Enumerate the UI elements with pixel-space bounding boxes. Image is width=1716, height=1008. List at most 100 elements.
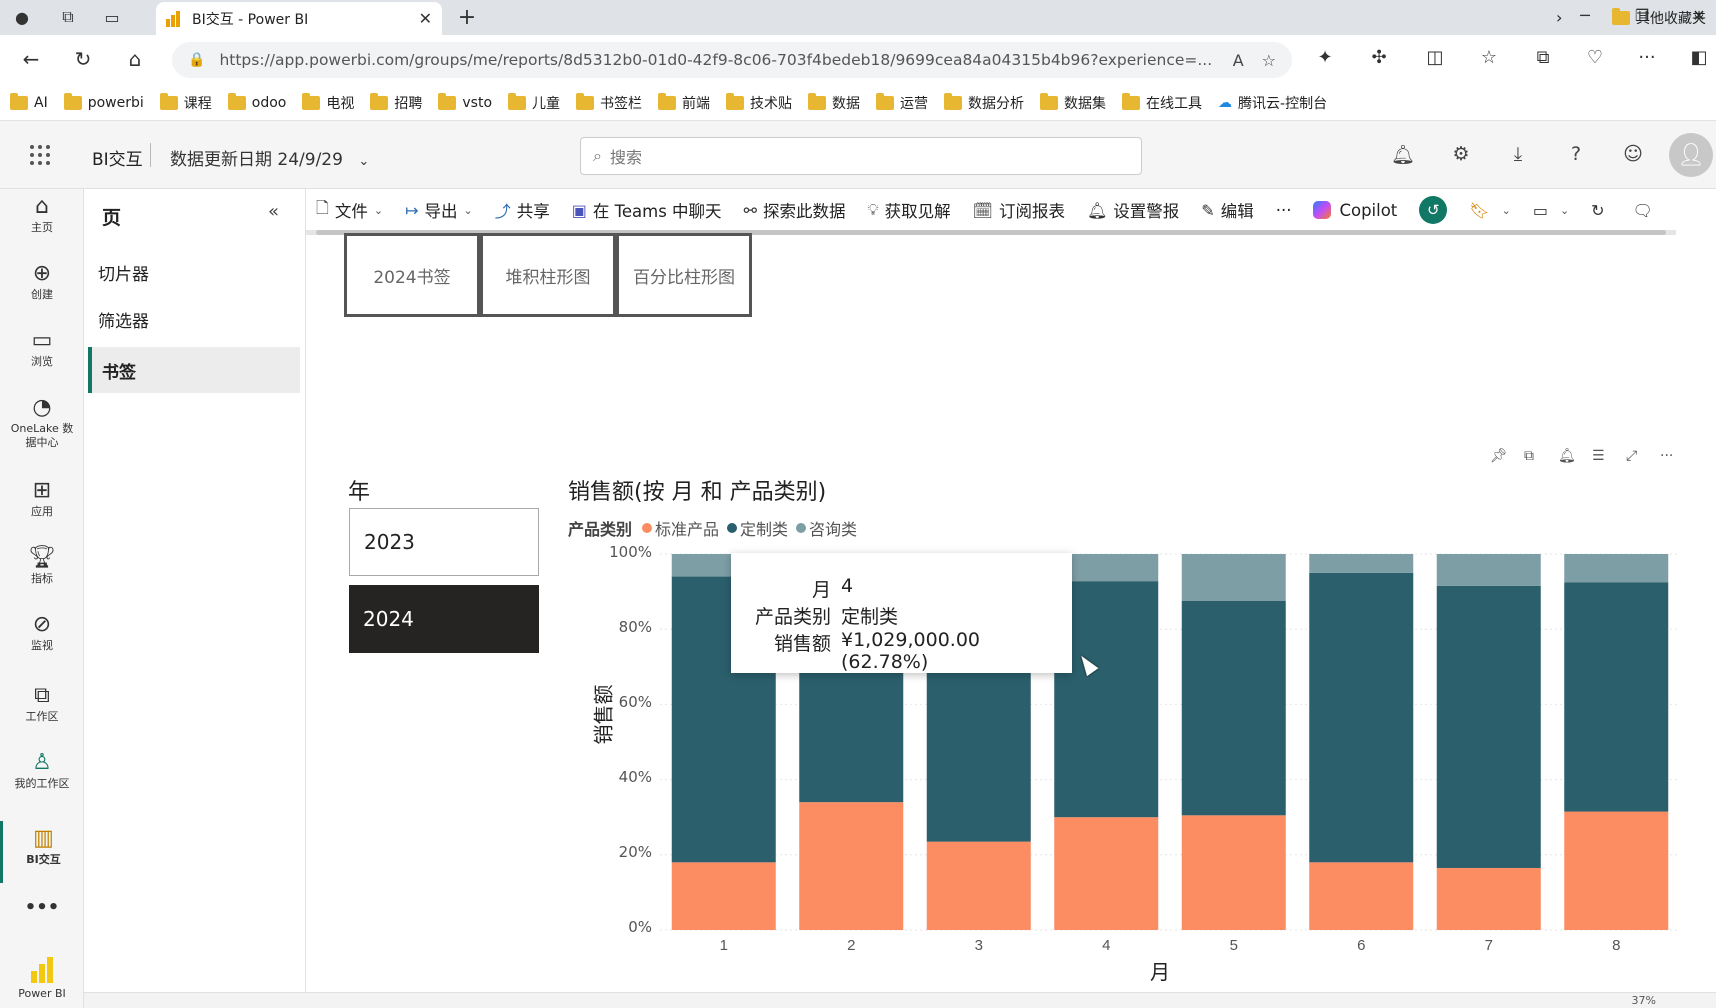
bookmark-item[interactable]: 技术贴 (726, 92, 792, 113)
slicer-item-2023[interactable]: 2023 (349, 508, 539, 576)
bookmark-button-2024[interactable]: 2024书签 (344, 233, 480, 317)
collapse-pages-icon[interactable]: « (268, 201, 279, 222)
bar-segment[interactable] (926, 841, 1031, 930)
pin-visual-icon[interactable]: 📌︎ (1490, 448, 1508, 464)
set-alert-button[interactable]: 🔔︎ 设置警报 (1087, 198, 1179, 222)
bookmark-menu-button[interactable]: 🔖︎ ⌄ (1469, 201, 1511, 220)
read-aloud-icon[interactable]: A (1233, 51, 1244, 70)
workspaces-icon[interactable]: ⧉ (56, 6, 80, 28)
profile-icon[interactable]: ● (10, 6, 34, 28)
bookmark-item[interactable]: 在线工具 (1122, 92, 1202, 113)
minimize-icon[interactable]: ─ (1570, 6, 1600, 25)
legend-item[interactable]: 咨询类 (796, 516, 857, 540)
reset-button[interactable]: ↺ (1419, 196, 1448, 224)
avatar[interactable]: 👤︎ (1669, 133, 1713, 177)
settings-gear-icon[interactable]: ⚙ (1446, 143, 1476, 165)
nav-my-workspace[interactable]: ♙ 我的工作区 (0, 749, 84, 791)
home-icon[interactable]: ⌂ (120, 47, 150, 73)
bar-segment[interactable] (1054, 817, 1159, 930)
nav-bi-report[interactable]: ▥ BI交互 (0, 821, 84, 883)
bookmark-item[interactable]: 前端 (658, 92, 710, 113)
refresh-visuals-button[interactable]: ↻ (1591, 201, 1610, 220)
sidebar-toggle-icon[interactable]: ◧ (1684, 47, 1714, 68)
bookmark-item[interactable]: 招聘 (370, 92, 422, 113)
page-item-slicer[interactable]: 切片器 (84, 249, 300, 295)
download-icon[interactable]: ⤓ (1503, 143, 1533, 165)
refresh-icon[interactable]: ↻ (68, 47, 98, 73)
nav-metrics[interactable]: 🏆︎ 指标 (0, 544, 84, 586)
page-item-bookmark[interactable]: 书签 (88, 347, 300, 393)
nav-home[interactable]: ⌂ 主页 (0, 193, 84, 235)
bar-segment[interactable] (1564, 554, 1669, 583)
notifications-icon[interactable]: 🔔︎ (1388, 143, 1418, 166)
bar-segment[interactable] (1309, 554, 1414, 573)
bookmarks-overflow-icon[interactable]: › (1556, 8, 1562, 27)
nav-onelake[interactable]: ◔ OneLake 数据中心 (0, 394, 84, 450)
nav-powerbi-brand[interactable]: Power BI (0, 957, 84, 1001)
split-screen-icon[interactable]: ◫ (1420, 47, 1450, 68)
bookmark-item[interactable]: 课程 (159, 92, 212, 113)
favorites-icon[interactable]: ☆ (1474, 47, 1504, 68)
bookmark-item[interactable]: 电视 (302, 92, 354, 113)
export-button[interactable]: ↦ 导出 ⌄ (405, 198, 473, 222)
more-menu-icon[interactable]: ··· (1632, 47, 1662, 68)
visual-more-icon[interactable]: ··· (1660, 448, 1673, 464)
browser-tab-active[interactable]: BI交互 - Power BI ✕ (156, 2, 442, 35)
slicer-item-2024[interactable]: 2024 (349, 585, 539, 653)
comments-button[interactable]: 🗨︎ (1633, 201, 1659, 220)
page-item-filter[interactable]: 筛选器 (84, 296, 300, 342)
share-button[interactable]: ⤴ 共享 (495, 198, 550, 222)
bookmark-item[interactable]: odoo (227, 92, 286, 111)
bar-segment[interactable] (1564, 582, 1669, 812)
bookmark-item[interactable]: 儿童 (508, 92, 560, 113)
legend-item[interactable]: 标准产品 (642, 516, 719, 540)
new-tab-icon[interactable]: + (455, 5, 479, 30)
bar-segment[interactable] (671, 862, 776, 930)
bar-segment[interactable] (1564, 811, 1669, 930)
report-info-dropdown[interactable]: 数据更新日期 24/9/29 ⌄ (170, 145, 369, 170)
app-name[interactable]: BI交互 (92, 145, 143, 170)
nav-apps[interactable]: ⊞ 应用 (0, 477, 84, 519)
close-tab-icon[interactable]: ✕ (419, 9, 432, 28)
bookmark-button-stacked[interactable]: 堆积柱形图 (480, 233, 616, 317)
nav-create[interactable]: ⊕ 创建 (0, 260, 84, 302)
get-insights-button[interactable]: 💡︎ 获取见解 (867, 198, 950, 222)
bookmark-item[interactable]: 数据集 (1040, 92, 1106, 113)
lock-icon[interactable]: 🔒 (188, 52, 205, 68)
subscribe-button[interactable]: 🗓︎ 订阅报表 (973, 198, 1065, 222)
bar-segment[interactable] (1309, 572, 1414, 863)
copy-visual-icon[interactable]: ⧉ (1524, 448, 1534, 464)
nav-workspaces[interactable]: ⧉ 工作区 (0, 682, 84, 724)
nav-browse[interactable]: ▭ 浏览 (0, 327, 84, 369)
more-options-button[interactable]: ··· (1276, 201, 1292, 220)
copilot-button[interactable]: Copilot (1313, 201, 1397, 220)
view-menu-button[interactable]: ▭ ⌄ (1533, 201, 1569, 220)
teams-chat-button[interactable]: ▣ 在 Teams 中聊天 (572, 198, 722, 222)
bar-segment[interactable] (799, 802, 904, 930)
bar-segment[interactable] (1181, 554, 1286, 601)
bar-segment[interactable] (1436, 554, 1541, 586)
nav-monitor[interactable]: ⊘ 监视 (0, 611, 84, 653)
file-menu-button[interactable]: 🗋 文件 ⌄ (316, 197, 383, 224)
explore-data-button[interactable]: ⚯ 探索此数据 (744, 198, 846, 222)
favorite-star-icon[interactable]: ☆ (1262, 51, 1276, 70)
tab-actions-icon[interactable]: ▭ (100, 6, 124, 28)
bar-segment[interactable] (1436, 585, 1541, 868)
extension-icon[interactable]: ✦ (1310, 47, 1340, 68)
edit-button[interactable]: ✎ 编辑 (1201, 198, 1253, 222)
bookmark-item[interactable]: ☁ 腾讯云-控制台 (1218, 93, 1327, 113)
bookmark-item[interactable]: powerbi (63, 92, 144, 111)
zoom-level[interactable]: 37% (1632, 994, 1656, 1007)
filter-icon[interactable]: ☰ (1592, 448, 1605, 464)
focus-mode-icon[interactable]: ⤢ (1626, 448, 1637, 464)
browser-essentials-icon[interactable]: ♡ (1580, 47, 1610, 68)
bookmark-item[interactable]: 运营 (876, 92, 928, 113)
other-bookmarks[interactable]: 其他收藏夹 (1612, 0, 1706, 36)
bookmark-item[interactable]: AI (10, 92, 48, 111)
collections-icon[interactable]: ⧉ (1528, 47, 1558, 68)
address-bar[interactable]: 🔒 https://app.powerbi.com/groups/me/repo… (172, 42, 1292, 78)
search-input[interactable]: ⌕ 搜索 (580, 137, 1142, 175)
bookmark-item[interactable]: 数据分析 (944, 92, 1024, 113)
back-icon[interactable]: ← (16, 47, 46, 73)
visual-alert-icon[interactable]: 🔔︎ (1558, 448, 1576, 464)
